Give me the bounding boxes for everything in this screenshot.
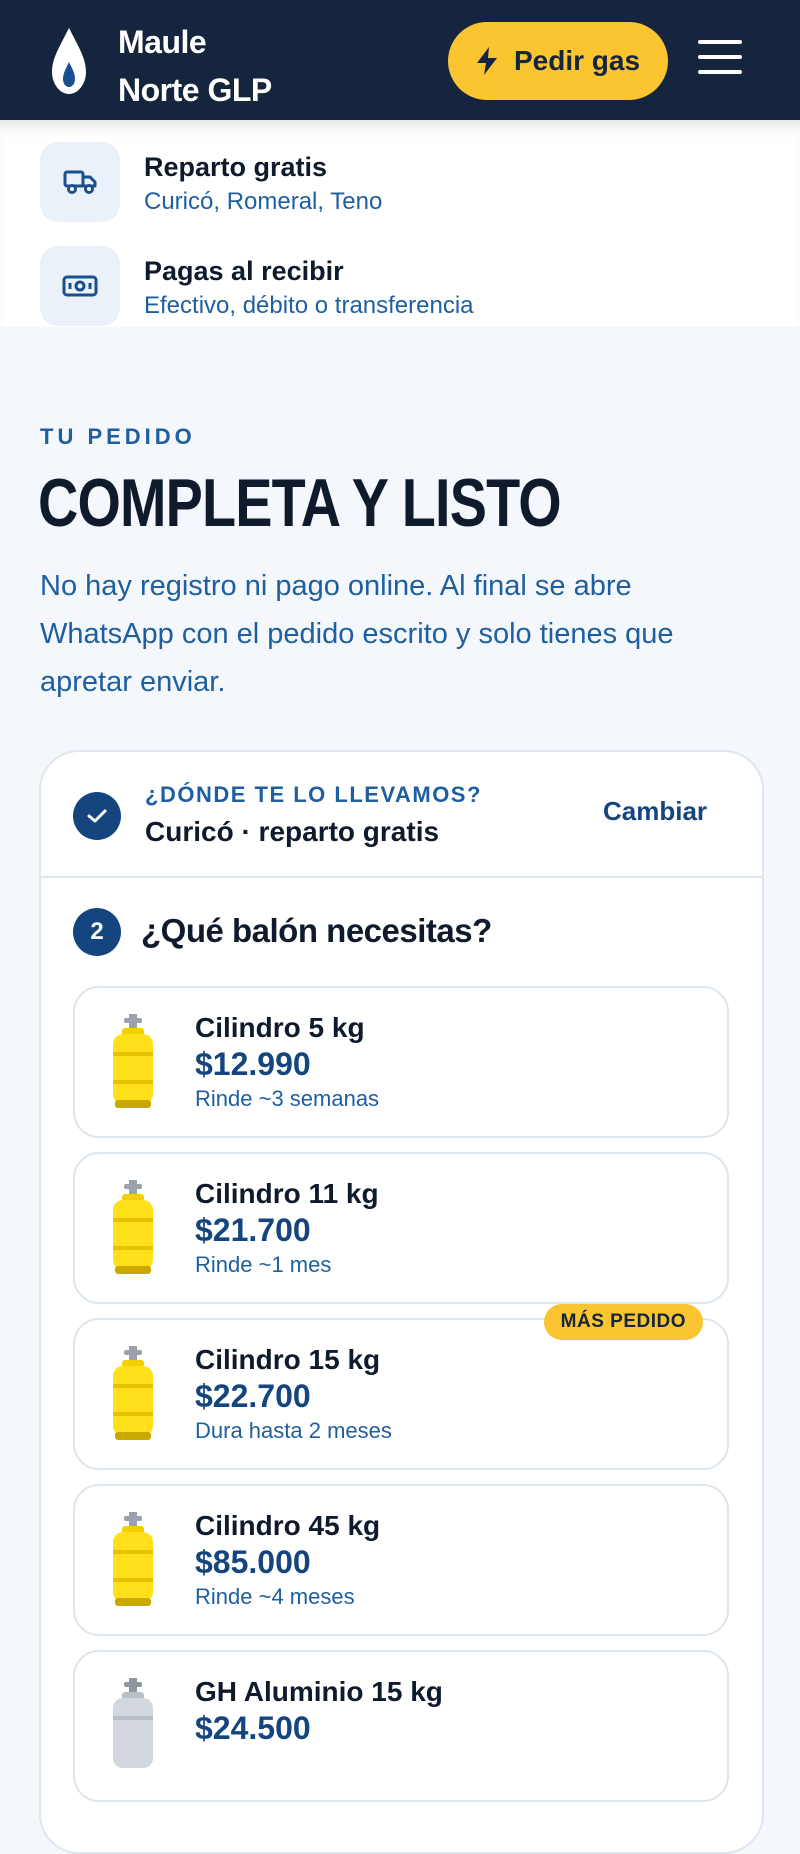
truck-icon	[40, 142, 120, 222]
order-gas-button[interactable]: Pedir gas	[448, 22, 668, 100]
change-location-button[interactable]: Cambiar	[603, 796, 707, 827]
section-title: COMPLETA Y LISTO	[38, 465, 562, 541]
step-number-badge: 2	[73, 908, 121, 956]
product-option[interactable]: MÁS PEDIDO Cilindro 15 kg $22.700 Dura h…	[73, 1304, 729, 1470]
aluminum-gas-cylinder-icon	[113, 1678, 153, 1768]
top-header: Maule Norte GLP Pedir gas	[0, 0, 800, 120]
product-name: Cilindro 45 kg	[195, 1510, 381, 1541]
product-note: Rinde ~1 mes	[195, 1252, 332, 1277]
features-strip: Reparto gratis Curicó, Romeral, Teno Pag…	[0, 120, 800, 327]
product-note: Dura hasta 2 meses	[195, 1418, 392, 1443]
product-price: $24.500	[195, 1710, 311, 1746]
yellow-gas-cylinder-icon	[113, 1512, 153, 1606]
product-note: Rinde ~3 semanas	[195, 1086, 380, 1111]
section-eyebrow: TU PEDIDO	[40, 424, 196, 449]
most-ordered-badge: MÁS PEDIDO	[543, 1304, 703, 1340]
product-name: Cilindro 11 kg	[195, 1178, 379, 1209]
feature-free-delivery: Reparto gratis Curicó, Romeral, Teno	[40, 142, 740, 222]
yellow-gas-cylinder-icon	[113, 1014, 153, 1108]
checkmark-icon	[73, 792, 121, 840]
flame-logo-icon	[52, 28, 86, 94]
product-price: $12.990	[195, 1046, 311, 1082]
feature-subtitle: Efectivo, débito o transferencia	[144, 292, 474, 319]
yellow-gas-cylinder-icon	[113, 1180, 153, 1274]
product-name: Cilindro 15 kg	[195, 1344, 381, 1375]
product-option[interactable]: Cilindro 45 kg $85.000 Rinde ~4 meses	[73, 1484, 729, 1636]
order-form-card: ¿DÓNDE TE LO LLEVAMOS? Curicó · reparto …	[39, 750, 764, 1854]
product-option[interactable]: Cilindro 11 kg $21.700 Rinde ~1 mes	[73, 1152, 729, 1304]
step-cylinder-title: ¿Qué balón necesitas?	[141, 912, 492, 949]
product-name: GH Aluminio 15 kg	[195, 1676, 443, 1707]
product-price: $22.700	[195, 1378, 311, 1414]
product-price: $21.700	[195, 1212, 311, 1248]
hamburger-menu-icon[interactable]	[698, 40, 742, 74]
step-location: ¿DÓNDE TE LO LLEVAMOS? Curicó · reparto …	[41, 752, 762, 878]
order-gas-label: Pedir gas	[513, 45, 641, 76]
product-option[interactable]: Cilindro 5 kg $12.990 Rinde ~3 semanas	[73, 986, 729, 1138]
feature-title: Reparto gratis	[144, 152, 328, 182]
product-note: Rinde ~4 meses	[195, 1584, 355, 1609]
product-price: $85.000	[195, 1544, 311, 1580]
lightning-icon	[476, 47, 497, 75]
brand-line-1: Maule	[118, 24, 207, 60]
section-intro: No hay registro ni pago online. Al final…	[40, 570, 674, 698]
step-location-value: Curicó · reparto gratis	[145, 816, 440, 847]
brand-name[interactable]: Maule Norte GLP	[118, 18, 272, 114]
step-location-label: ¿DÓNDE TE LO LLEVAMOS?	[145, 782, 482, 807]
product-name: Cilindro 5 kg	[195, 1012, 365, 1043]
banknote-icon	[40, 246, 120, 326]
feature-title: Pagas al recibir	[144, 256, 344, 286]
brand-line-2: Norte GLP	[118, 72, 272, 108]
feature-pay-on-delivery: Pagas al recibir Efectivo, débito o tran…	[40, 246, 740, 326]
product-option[interactable]: GH Aluminio 15 kg $24.500	[73, 1650, 729, 1802]
yellow-gas-cylinder-icon	[113, 1346, 153, 1440]
feature-subtitle: Curicó, Romeral, Teno	[144, 188, 383, 215]
